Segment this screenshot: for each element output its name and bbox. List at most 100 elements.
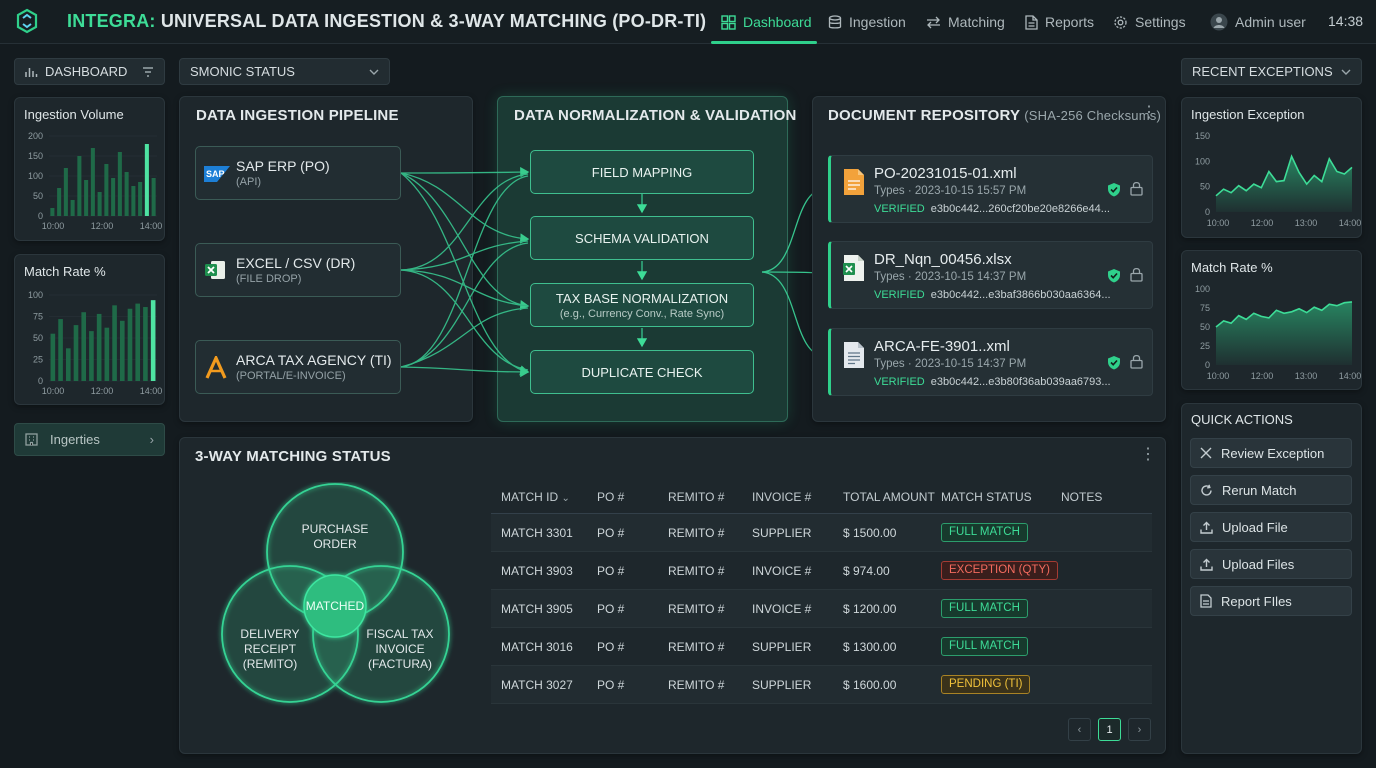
y-tick-label: 25 xyxy=(33,355,43,365)
user-menu[interactable]: Admin user xyxy=(1210,0,1306,44)
x-tick-label: 14:00 xyxy=(1339,371,1362,381)
review-exception-button[interactable]: Review Exception xyxy=(1190,438,1352,468)
step-tax-base-normalization[interactable]: TAX BASE NORMALIZATION (e.g., Currency C… xyxy=(530,283,754,327)
col-match-id[interactable]: MATCH ID ⌄ xyxy=(501,490,570,504)
table-row[interactable]: MATCH 3016 PO # REMITO # SUPPLIER $ 1300… xyxy=(491,628,1152,666)
step-label: SCHEMA VALIDATION xyxy=(575,230,709,246)
y-tick-label: 150 xyxy=(1195,131,1210,141)
source-arca-tax[interactable]: ARCA TAX AGENCY (TI) (PORTAL/E-INVOICE) xyxy=(195,340,401,394)
step-schema-validation[interactable]: SCHEMA VALIDATION xyxy=(530,216,754,260)
document-item[interactable]: ARCA-FE-3901..xml Types · 2023-10-15 14:… xyxy=(828,328,1153,396)
verified-shield-icon xyxy=(1107,268,1121,286)
x-tick-label: 13:00 xyxy=(1295,218,1318,228)
xml-file-icon xyxy=(843,168,865,199)
bar xyxy=(57,188,62,216)
y-tick-label: 50 xyxy=(33,191,43,201)
bar xyxy=(96,313,102,381)
bar xyxy=(50,208,55,216)
refresh-icon xyxy=(1200,484,1213,497)
cell-match-id: MATCH 3016 xyxy=(501,640,573,654)
nav-settings-label: Settings xyxy=(1135,14,1186,30)
bar xyxy=(90,148,95,216)
cell-match-id: MATCH 3905 xyxy=(501,602,573,616)
recent-exceptions-select[interactable]: RECENT EXCEPTIONS xyxy=(1181,58,1362,85)
bar xyxy=(144,144,149,216)
x-tick-label: 10:00 xyxy=(42,386,65,396)
table-row[interactable]: MATCH 3301 PO # REMITO # SUPPLIER $ 1500… xyxy=(491,514,1152,552)
cell-remito: REMITO # xyxy=(668,564,725,578)
cell-po: PO # xyxy=(597,678,625,692)
matching-more-icon[interactable]: ⋮ xyxy=(1140,447,1156,463)
ingestion-exception-title: Ingestion Exception xyxy=(1191,107,1305,122)
step-duplicate-check[interactable]: DUPLICATE CHECK xyxy=(530,350,754,394)
x-tick-label: 14:00 xyxy=(1339,218,1362,228)
cell-po: PO # xyxy=(597,526,625,540)
status-select-value: SMONIC STATUS xyxy=(190,64,295,79)
cell-amount: $ 974.00 xyxy=(843,564,890,578)
document-item[interactable]: DR_Nqn_00456.xlsx Types · 2023-10-15 14:… xyxy=(828,241,1153,309)
y-tick-label: 0 xyxy=(1205,207,1210,217)
rerun-match-button[interactable]: Rerun Match xyxy=(1190,475,1352,505)
status-select[interactable]: SMONIC STATUS xyxy=(179,58,390,85)
step-field-mapping[interactable]: FIELD MAPPING xyxy=(530,150,754,194)
cell-remito: REMITO # xyxy=(668,640,725,654)
verified-label: VERIFIED xyxy=(874,289,925,301)
match-rate-card: Match Rate % 100 75 50 25 0 10:00 12:00 14:00 xyxy=(14,254,165,405)
pagination-page[interactable]: 1 xyxy=(1098,718,1121,741)
bar xyxy=(131,186,136,216)
table-row[interactable]: MATCH 3905 PO # REMITO # INVOICE # $ 120… xyxy=(491,590,1152,628)
cell-po: PO # xyxy=(597,640,625,654)
table-row[interactable]: MATCH 3903 PO # REMITO # INVOICE # $ 974… xyxy=(491,552,1152,590)
bar xyxy=(65,348,71,381)
col-invoice: INVOICE # xyxy=(752,490,812,504)
x-tick-label: 14:00 xyxy=(140,386,163,396)
venn-po-line2: ORDER xyxy=(313,537,357,551)
area-fill xyxy=(1216,301,1352,365)
table-row[interactable]: MATCH 3027 PO # REMITO # SUPPLIER $ 1600… xyxy=(491,666,1152,704)
nav-settings[interactable]: Settings xyxy=(1113,0,1186,44)
document-icon xyxy=(1025,14,1038,30)
database-icon xyxy=(828,14,842,30)
cell-match-id: MATCH 3903 xyxy=(501,564,573,578)
status-badge: FULL MATCH xyxy=(941,599,1028,618)
repository-more-icon[interactable]: ⋮ xyxy=(1141,105,1157,121)
cell-invoice: INVOICE # xyxy=(752,564,812,578)
close-icon xyxy=(1200,447,1212,459)
bar xyxy=(73,325,79,381)
bar xyxy=(127,308,133,381)
source-sap-erp[interactable]: SAP SAP ERP (PO) (API) xyxy=(195,146,401,200)
upload-files-button[interactable]: Upload Files xyxy=(1190,549,1352,579)
sidebar-item-ingerties[interactable]: Ingerties › xyxy=(14,423,165,456)
bar xyxy=(135,303,141,381)
pagination-prev[interactable]: ‹ xyxy=(1068,718,1091,741)
document-name: ARCA-FE-3901..xml xyxy=(874,338,1010,355)
nav-ingestion-label: Ingestion xyxy=(849,14,906,30)
document-meta: Types · 2023-10-15 15:57 PM xyxy=(874,185,1027,197)
sidebar-item-ingerties-label: Ingerties xyxy=(50,432,100,447)
pagination-next[interactable]: › xyxy=(1128,718,1151,741)
verified-label: VERIFIED xyxy=(874,376,925,388)
venn-ti-line1: FISCAL TAX xyxy=(366,627,434,641)
report-files-button[interactable]: Report FIles xyxy=(1190,586,1352,616)
status-badge: PENDING (TI) xyxy=(941,675,1031,694)
document-item[interactable]: PO-20231015-01.xml Types · 2023-10-15 15… xyxy=(828,155,1153,223)
nav-ingestion[interactable]: Ingestion xyxy=(828,0,906,44)
exception-match-rate-chart: 100 75 50 25 010:00 12:00 13:00 14:00 xyxy=(1195,284,1362,381)
nav-matching[interactable]: Matching xyxy=(926,0,1005,44)
cell-amount: $ 1500.00 xyxy=(843,526,897,540)
ingestion-volume-card: Ingestion Volume 200 150 100 50 0 10:00 12:00 1… xyxy=(14,97,165,241)
nav-reports[interactable]: Reports xyxy=(1025,0,1094,44)
dashboard-menu[interactable]: DASHBOARD xyxy=(14,58,165,85)
upload-file-button[interactable]: Upload File xyxy=(1190,512,1352,542)
nav-dashboard[interactable]: Dashboard xyxy=(721,0,812,44)
report-icon xyxy=(1200,594,1212,608)
checksum-value: e3b0c442...e3b80f36ab039aa6793... xyxy=(930,376,1111,388)
cell-amount: $ 1300.00 xyxy=(843,640,897,654)
ingestion-exception-chart: 150 100 50 010:00 12:00 13:00 14:00 xyxy=(1195,131,1362,228)
source-excel-csv[interactable]: EXCEL / CSV (DR) (FILE DROP) xyxy=(195,243,401,297)
bar xyxy=(112,305,117,381)
bar xyxy=(84,180,89,216)
y-tick-label: 100 xyxy=(28,290,43,300)
dashboard-label: DASHBOARD xyxy=(45,64,128,79)
upload-icon xyxy=(1200,558,1213,571)
